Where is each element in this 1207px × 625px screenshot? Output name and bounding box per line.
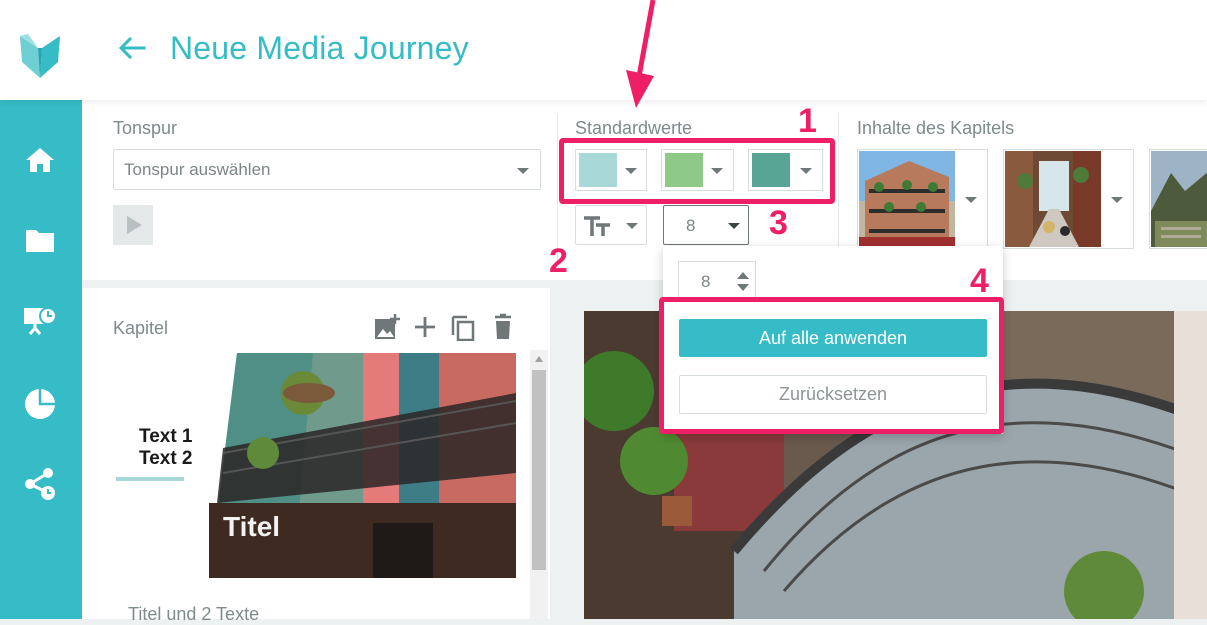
chapter-caption: Titel und 2 Texte: [128, 604, 260, 624]
tonspur-label: Tonspur: [113, 118, 178, 138]
reset-button[interactable]: Zurücksetzen: [679, 375, 987, 414]
chevron-down-icon: [626, 223, 638, 229]
scrollbar-thumb[interactable]: [532, 370, 546, 570]
annotation-number-2: 2: [549, 242, 568, 280]
color-select-3[interactable]: [748, 149, 823, 191]
standardwerte-label: Standardwerte: [575, 118, 693, 138]
chapter-thumbnail[interactable]: Text 1 Text 2 Titel: [113, 353, 516, 578]
chevron-down-icon: [711, 168, 723, 174]
share-schedule-icon[interactable]: [22, 466, 58, 502]
divider: [557, 113, 558, 263]
content-thumbnail: [1005, 151, 1101, 247]
delete-icon[interactable]: [489, 313, 517, 341]
scroll-up-icon[interactable]: [535, 356, 543, 362]
font-size-value: 8: [686, 216, 696, 235]
copy-icon[interactable]: [449, 313, 477, 341]
content-thumbnail: [1151, 151, 1207, 247]
presentation-schedule-icon[interactable]: [22, 302, 58, 338]
font-size-number-input[interactable]: 8: [678, 261, 756, 301]
stepper-down-icon[interactable]: [737, 284, 749, 291]
chevron-down-icon: [965, 197, 977, 203]
scrollbar[interactable]: [530, 350, 548, 619]
thumb-accent-line: [116, 477, 184, 481]
annotation-number-3: 3: [769, 204, 788, 242]
chevron-down-icon: [1111, 197, 1123, 203]
color-swatch: [665, 153, 703, 187]
color-swatch: [752, 153, 790, 187]
kapitel-label: Kapitel: [113, 318, 169, 338]
tonspur-select-placeholder: Tonspur auswählen: [124, 160, 271, 179]
color-select-1[interactable]: [575, 149, 647, 191]
logo-icon: [20, 34, 60, 78]
color-swatch: [579, 153, 617, 187]
chevron-down-icon: [625, 168, 637, 174]
annotation-arrow-icon: [626, 0, 656, 108]
chevron-down-icon: [800, 168, 812, 174]
logo[interactable]: [0, 0, 82, 100]
font-size-select[interactable]: 8: [663, 205, 749, 245]
thumb-text1: Text 1: [139, 426, 193, 447]
add-image-icon[interactable]: [373, 313, 401, 341]
sidebar: [0, 100, 82, 619]
annotation-number-4: 4: [970, 262, 989, 300]
home-icon[interactable]: [22, 142, 58, 178]
font-style-select[interactable]: [575, 205, 647, 245]
content-select-1[interactable]: [857, 149, 988, 249]
color-select-2[interactable]: [661, 149, 734, 191]
thumb-text2: Text 2: [139, 448, 193, 469]
annotation-number-1: 1: [798, 102, 817, 140]
font-size-icon: [584, 216, 610, 236]
folder-icon[interactable]: [22, 222, 58, 258]
pie-chart-icon[interactable]: [22, 386, 58, 422]
tonspur-select[interactable]: Tonspur auswählen: [113, 149, 541, 190]
stepper-up-icon[interactable]: [737, 272, 749, 279]
add-icon[interactable]: [411, 313, 439, 341]
content-select-2[interactable]: [1003, 149, 1134, 249]
back-arrow-icon[interactable]: [116, 32, 148, 64]
thumb-title: Titel: [223, 511, 281, 542]
play-icon: [127, 216, 142, 234]
apply-to-all-button[interactable]: Auf alle anwenden: [679, 319, 987, 357]
app-header: Neue Media Journey: [0, 0, 1207, 100]
page-title: Neue Media Journey: [170, 30, 469, 66]
inhalte-label: Inhalte des Kapitels: [857, 118, 1015, 138]
chevron-down-icon: [728, 223, 740, 229]
content-thumbnail: [859, 151, 955, 247]
chevron-down-icon: [517, 168, 529, 174]
divider: [838, 113, 839, 263]
font-size-number-value: 8: [701, 272, 711, 291]
play-button[interactable]: [113, 205, 153, 245]
content-select-3[interactable]: [1149, 149, 1207, 249]
